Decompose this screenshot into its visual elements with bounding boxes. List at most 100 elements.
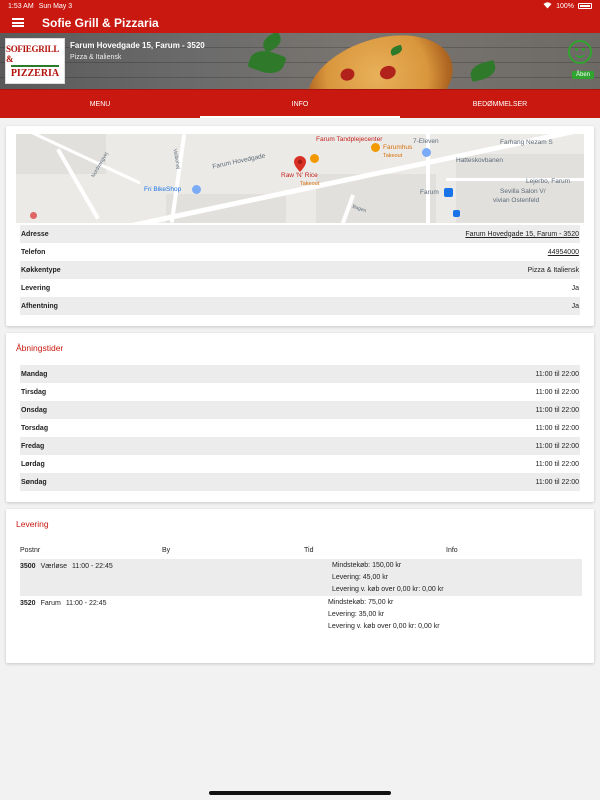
day-label: Torsdag <box>21 424 49 432</box>
info-label: Afhentning <box>21 302 58 310</box>
info-row-cuisine: Køkkentype Pizza & Italiensk <box>20 261 580 279</box>
tab-info[interactable]: INFO <box>200 90 400 118</box>
column-header-tid: Tid <box>304 546 314 554</box>
hours-row: Søndag 11:00 til 22:00 <box>20 473 580 491</box>
delivery-free-threshold: Levering v. køb over 0,00 kr: 0,00 kr <box>328 623 440 630</box>
restaurant-address: Farum Hovedgade 15, Farum - 3520 <box>70 41 205 50</box>
status-time: 1:53 AM <box>8 2 34 10</box>
map-label-farumhus-sub: Takeout <box>383 153 403 159</box>
logo-text-bottom: PIZZERIA <box>10 64 60 79</box>
restaurant-icon <box>310 154 319 163</box>
map-label-raw: Raw 'N' Rice <box>281 172 318 179</box>
column-header-postnr: Postnr <box>20 546 41 554</box>
delivery-row: 3500 Værløse 11:00 - 22:45 Mindstekøb: 1… <box>20 559 582 596</box>
status-bar: 1:53 AM Sun May 3 100% <box>0 0 600 12</box>
delivery-time: 11:00 - 22:45 <box>72 563 113 570</box>
smiley-icon <box>568 40 592 64</box>
address-link[interactable]: Farum Hovedgade 15, Farum - 3520 <box>465 231 579 238</box>
info-value: Ja <box>571 284 579 292</box>
delivery-info: Mindstekøb: 75,00 kr Levering: 35,00 kr … <box>328 599 440 630</box>
open-status-badge: Åben <box>571 71 594 79</box>
battery-percent: 100% <box>556 2 574 10</box>
map-label-bikeshop: Fri BikeShop <box>144 186 182 193</box>
restaurant-banner: SOFIEGRILL & PIZZERIA Farum Hovedgade 15… <box>0 33 600 89</box>
opening-hours-card: Åbningstider Mandag 11:00 til 22:00 Tirsd… <box>6 333 594 502</box>
hours-row: Mandag 11:00 til 22:00 <box>20 365 580 383</box>
day-label: Søndag <box>21 478 47 486</box>
day-label: Lørdag <box>21 460 45 468</box>
map-label-hatesko: Hatteskovbanen <box>456 157 503 164</box>
delivery-fee: Levering: 35,00 kr <box>328 611 385 618</box>
info-row-phone: Telefon 44954000 <box>20 243 580 261</box>
day-label: Tirsdag <box>21 388 47 396</box>
info-value: Pizza & Italiensk <box>527 266 579 274</box>
hours-value: 11:00 til 22:00 <box>535 460 579 468</box>
info-label: Adresse <box>21 230 49 238</box>
shop-icon <box>422 148 431 157</box>
delivery-city: Farum <box>40 600 61 607</box>
map-label-farum: Farum <box>420 189 439 196</box>
delivery-min-order: Mindstekøb: 150,00 kr <box>332 562 402 569</box>
hours-value: 11:00 til 22:00 <box>535 424 579 432</box>
hours-row: Tirsdag 11:00 til 22:00 <box>20 383 580 401</box>
shop-icon <box>192 185 201 194</box>
delivery-fee: Levering: 45,00 kr <box>332 574 389 581</box>
home-indicator[interactable] <box>209 791 391 795</box>
phone-link[interactable]: 44954000 <box>548 249 579 256</box>
restaurant-cuisine: Pizza & Italiensk <box>70 54 122 61</box>
opening-hours-title: Åbningstider <box>16 343 64 353</box>
takeout-icon <box>371 143 380 152</box>
hours-row: Torsdag 11:00 til 22:00 <box>20 419 580 437</box>
location-map[interactable]: Farum Tandplejecenter Farumhus Takeout 7… <box>16 134 584 223</box>
map-label-sevilla-2: vivian Ostenfeld <box>493 197 540 204</box>
info-list: Adresse Farum Hovedgade 15, Farum - 3520… <box>20 225 580 315</box>
delivery-title: Levering <box>16 519 49 529</box>
logo-text-top: SOFIEGRILL & <box>6 43 59 64</box>
hours-value: 11:00 til 22:00 <box>535 388 579 396</box>
hours-value: 11:00 til 22:00 <box>535 406 579 414</box>
hours-row: Lørdag 11:00 til 22:00 <box>20 455 580 473</box>
delivery-info: Mindstekøb: 150,00 kr Levering: 45,00 kr… <box>332 562 444 593</box>
hours-row: Fredag 11:00 til 22:00 <box>20 437 580 455</box>
tab-menu[interactable]: MENU <box>0 90 200 118</box>
day-label: Onsdag <box>21 406 48 414</box>
day-label: Mandag <box>21 370 48 378</box>
day-label: Fredag <box>21 442 45 450</box>
delivery-min-order: Mindstekøb: 75,00 kr <box>328 599 394 606</box>
info-label: Køkkentype <box>21 266 61 274</box>
bus-stop-icon <box>453 210 460 217</box>
opening-hours-list: Mandag 11:00 til 22:00 Tirsdag 11:00 til 2… <box>20 365 580 491</box>
location-pin-icon <box>294 156 306 172</box>
wifi-icon <box>543 1 552 11</box>
map-label-raw-sub: Takeout <box>300 181 320 187</box>
menu-icon[interactable] <box>12 18 24 27</box>
info-value: Ja <box>571 302 579 310</box>
map-label-sevilla-1: Sevilla Salon V/ <box>500 188 546 195</box>
hours-value: 11:00 til 22:00 <box>535 478 579 486</box>
app-title: Sofie Grill & Pizzaria <box>42 15 159 30</box>
tab-reviews[interactable]: BEDØMMELSER <box>400 90 600 118</box>
delivery-postnr: 3500 <box>20 563 36 570</box>
map-label-tandpleje: Farum Tandplejecenter <box>316 136 383 143</box>
battery-icon <box>578 3 592 9</box>
delivery-time: 11:00 - 22:45 <box>65 600 107 607</box>
info-label: Levering <box>21 284 51 292</box>
delivery-free-threshold: Levering v. køb over 0,00 kr: 0,00 kr <box>332 586 444 593</box>
app-bar: Sofie Grill & Pizzaria <box>0 12 600 33</box>
hours-row: Onsdag 11:00 til 22:00 <box>20 401 580 419</box>
column-header-by: By <box>162 546 171 554</box>
hours-value: 11:00 til 22:00 <box>535 442 579 450</box>
delivery-table: Postnr By Tid Info 3500 Værløse 11:00 - … <box>20 541 582 633</box>
tab-bar: MENU INFO BEDØMMELSER <box>0 89 600 118</box>
info-row-address: Adresse Farum Hovedgade 15, Farum - 3520 <box>20 225 580 243</box>
column-header-info: Info <box>446 546 458 554</box>
info-row-pickup: Afhentning Ja <box>20 297 580 315</box>
station-icon <box>444 188 453 197</box>
hours-value: 11:00 til 22:00 <box>535 370 579 378</box>
delivery-card: Levering Postnr By Tid Info 3500 Værløse… <box>6 509 594 663</box>
basil-leaf-image <box>468 59 498 83</box>
map-label-farhang: Farhang Nezam S <box>500 139 553 146</box>
delivery-table-header: Postnr By Tid Info <box>20 541 582 559</box>
map-label-7eleven: 7-Eleven <box>413 138 439 145</box>
delivery-city: Værløse <box>40 563 68 570</box>
